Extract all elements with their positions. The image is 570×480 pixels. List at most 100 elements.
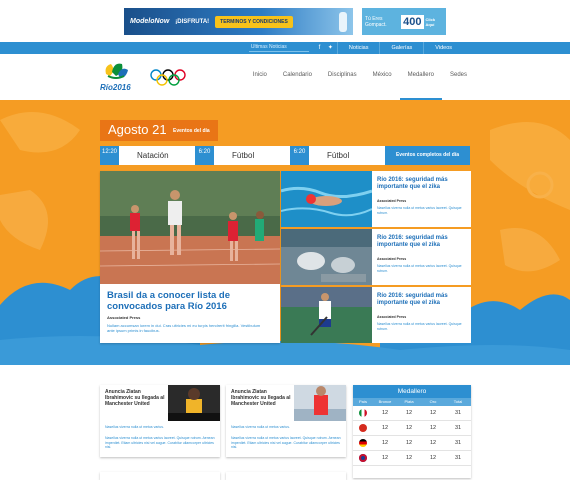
event-item[interactable]: 12:20 Natación xyxy=(100,146,195,165)
hockey-player-image xyxy=(281,287,372,343)
twitter-icon[interactable]: ✦ xyxy=(326,44,335,53)
plata: 12 xyxy=(405,440,413,446)
total: 31 xyxy=(454,455,462,461)
oro: 12 xyxy=(429,425,437,431)
side-news-title[interactable]: Río 2016: seguridad más importante que e… xyxy=(377,177,467,191)
facebook-icon[interactable]: f xyxy=(315,44,324,53)
site-header: Río2016 Inicio Calendario Disciplinas Mé… xyxy=(0,54,570,100)
event-sport: Fútbol xyxy=(327,151,350,160)
ad2-click[interactable]: Click Aquí xyxy=(426,17,443,27)
col-bronce: Bronce xyxy=(378,399,392,404)
col-plata: Plata xyxy=(404,399,414,404)
oro: 12 xyxy=(429,440,437,446)
nav-mexico[interactable]: México xyxy=(365,72,400,100)
events-of-day-label: Eventos del día xyxy=(173,128,210,134)
ad-banner-area: ModeloNow ¡DISFRUTA! TERMINOS Y CONDICIO… xyxy=(0,0,570,42)
main-nav: Inicio Calendario Disciplinas México Med… xyxy=(245,72,475,100)
side-news-excerpt: Nasellus viverra nulla ut metus varius l… xyxy=(377,264,462,273)
col-total: Total xyxy=(453,399,463,404)
main-news-byline: Associated Press xyxy=(107,315,141,320)
rio2016-logo[interactable]: Río2016 xyxy=(100,58,132,96)
date-label: Agosto 21 xyxy=(108,122,167,137)
bronce: 12 xyxy=(381,455,389,461)
plata: 12 xyxy=(405,425,413,431)
news-excerpt-2: Nasellus viverra nulla ut metus varius l… xyxy=(105,436,215,449)
event-item[interactable]: 6:20 Fútbol xyxy=(290,146,385,165)
side-news-item[interactable]: Río 2016: seguridad más importante que e… xyxy=(281,287,471,343)
side-news-list: Río 2016: seguridad más importante que e… xyxy=(281,171,471,343)
search-input[interactable]: Ultimas Noticias xyxy=(248,44,309,52)
medal-row[interactable]: 12 12 12 31 xyxy=(353,421,471,436)
col-oro: Oro xyxy=(429,399,437,404)
ad-slogan: ¡DISFRUTA! xyxy=(175,18,210,25)
total: 31 xyxy=(454,410,462,416)
bottom-section: Anuncia Zlatan Ibrahimovic su llegada al… xyxy=(0,365,570,480)
news-excerpt-2: Nasellus viverra nulla ut metus varius l… xyxy=(231,436,341,449)
main-news-title[interactable]: Brasil da a conocer lista de convocados … xyxy=(107,290,273,312)
medal-row[interactable]: 12 12 12 31 xyxy=(353,436,471,451)
side-news-title[interactable]: Río 2016: seguridad más importante que e… xyxy=(377,235,467,249)
top-link-noticias[interactable]: Noticias xyxy=(338,42,380,54)
uk-flag-icon xyxy=(359,454,367,462)
side-news-item[interactable]: Río 2016: seguridad más importante que e… xyxy=(281,171,471,227)
nav-sedes[interactable]: Sedes xyxy=(442,72,475,100)
nav-medallero[interactable]: Medallero xyxy=(399,72,442,100)
nav-disciplinas[interactable]: Disciplinas xyxy=(320,72,365,100)
news-title[interactable]: Anuncia Zlatan Ibrahimovic su llegada al… xyxy=(231,389,291,407)
side-news-byline: Associated Press xyxy=(377,199,407,203)
medal-table-title: Medallero xyxy=(353,385,471,398)
swimmer-image xyxy=(281,171,372,227)
date-banner: Agosto 21 Eventos del día xyxy=(100,120,218,141)
ad2-number: 400 xyxy=(401,14,424,29)
main-news-excerpt: Nullam accumsan lorem in dui. Cras ultri… xyxy=(107,323,261,333)
side-news-byline: Associated Press xyxy=(377,257,407,261)
ad-banner-modelo[interactable]: ModeloNow ¡DISFRUTA! TERMINOS Y CONDICIO… xyxy=(124,8,353,35)
event-time: 12:20 xyxy=(100,146,119,165)
plata: 12 xyxy=(405,410,413,416)
basketball-player-image xyxy=(168,385,220,421)
col-pais: País xyxy=(358,399,367,404)
news-excerpt-1: Nasellus viverra nulla ut metus varius. xyxy=(231,425,290,429)
bronce: 12 xyxy=(381,410,389,416)
ad-cta[interactable]: TERMINOS Y CONDICIONES xyxy=(215,15,293,28)
soccer-player-image xyxy=(294,385,346,421)
top-link-galerias[interactable]: Galerías xyxy=(380,42,423,54)
event-time: 6:20 xyxy=(195,146,214,165)
bronce: 12 xyxy=(381,440,389,446)
news-card[interactable]: Anuncia Zlatan Ibrahimovic su llegada al… xyxy=(100,385,220,457)
side-news-excerpt: Nasellus viverra nulla ut metus varius l… xyxy=(377,206,462,215)
bottle-icon xyxy=(339,11,347,32)
side-news-excerpt: Nasellus viverra nulla ut metus varius l… xyxy=(377,322,462,331)
hero-section: Agosto 21 Eventos del día 12:20 Natación… xyxy=(0,100,570,365)
top-link-videos[interactable]: Videos xyxy=(424,42,463,54)
event-sport: Natación xyxy=(137,151,169,160)
top-bar: Ultimas Noticias f ✦ Noticias Galerías V… xyxy=(0,42,570,54)
main-news-card[interactable]: Brasil da a conocer lista de convocados … xyxy=(100,171,280,343)
plata: 12 xyxy=(405,455,413,461)
events-bar: 12:20 Natación 6:20 Fútbol 6:20 Fútbol E… xyxy=(100,146,470,165)
germany-flag-icon xyxy=(359,439,367,447)
nav-calendario[interactable]: Calendario xyxy=(275,72,320,100)
medal-table-header: País Bronce Plata Oro Total xyxy=(353,398,471,406)
total: 31 xyxy=(454,440,462,446)
events-full-button[interactable]: Eventos completos del día xyxy=(385,146,470,165)
event-sport: Fútbol xyxy=(232,151,255,160)
event-item[interactable]: 6:20 Fútbol xyxy=(195,146,290,165)
news-card[interactable]: Anuncia Zlatan Ibrahimovic su llegada al… xyxy=(226,385,346,457)
medal-row[interactable]: 12 12 12 31 xyxy=(353,451,471,466)
logo-text: Río2016 xyxy=(100,83,131,92)
china-flag-icon xyxy=(359,424,367,432)
ad-banner-gompact[interactable]: Tú Eres Gompact. 400 Click Aquí xyxy=(362,8,446,35)
news-card-partial[interactable] xyxy=(226,472,346,480)
side-news-title[interactable]: Río 2016: seguridad más importante que e… xyxy=(377,293,467,307)
news-card-partial[interactable] xyxy=(100,472,220,480)
olympic-rings-icon xyxy=(150,69,186,86)
nav-inicio[interactable]: Inicio xyxy=(245,72,275,100)
event-time: 6:20 xyxy=(290,146,309,165)
oro: 12 xyxy=(429,455,437,461)
side-news-item[interactable]: Río 2016: seguridad más importante que e… xyxy=(281,229,471,285)
news-title[interactable]: Anuncia Zlatan Ibrahimovic su llegada al… xyxy=(105,389,165,407)
athletes-running-image[interactable] xyxy=(100,171,280,284)
side-news-byline: Associated Press xyxy=(377,315,407,319)
medal-row[interactable]: 12 12 12 31 xyxy=(353,406,471,421)
